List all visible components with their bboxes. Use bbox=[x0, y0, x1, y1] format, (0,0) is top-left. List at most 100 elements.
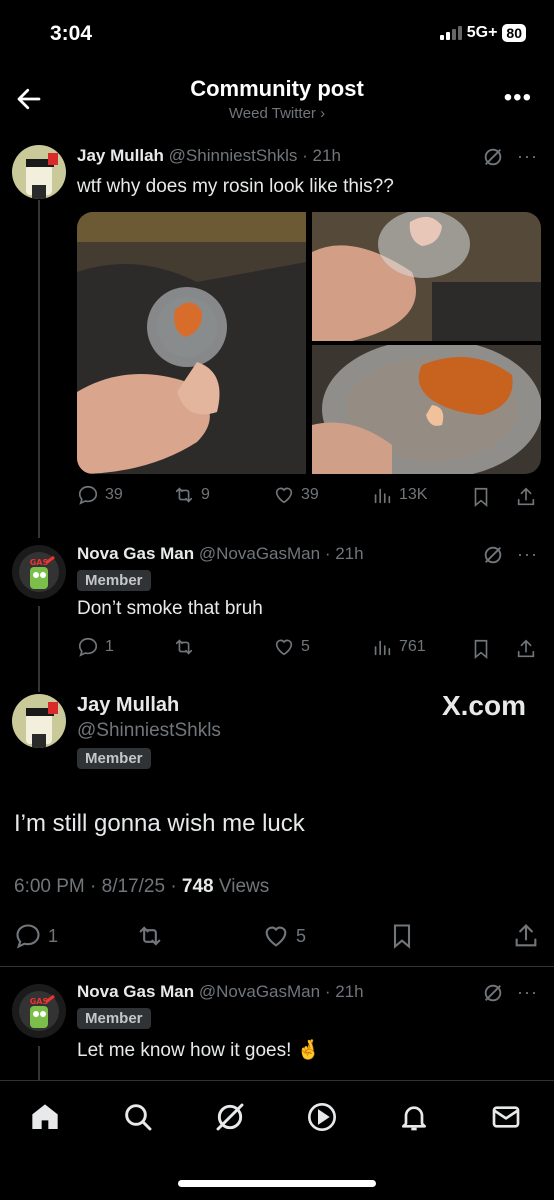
reply-button[interactable]: 39 bbox=[77, 484, 123, 506]
network-label: 5G+ bbox=[466, 24, 498, 41]
like-count: 5 bbox=[301, 638, 310, 655]
author-name[interactable]: Jay Mullah bbox=[77, 694, 179, 717]
home-indicator[interactable] bbox=[178, 1180, 376, 1187]
tweet-media-grid[interactable] bbox=[77, 212, 541, 474]
author-handle[interactable]: @ShinniestShkls bbox=[169, 146, 298, 165]
like-button[interactable]: 5 bbox=[262, 922, 306, 950]
repost-button[interactable]: 9 bbox=[173, 484, 210, 506]
tweet-time: · 21h bbox=[302, 146, 341, 165]
page-title: Community post bbox=[190, 76, 364, 101]
like-count: 5 bbox=[296, 925, 307, 946]
reply-icon bbox=[78, 637, 98, 657]
avatar[interactable]: GAS bbox=[12, 984, 66, 1038]
avatar[interactable] bbox=[12, 694, 66, 748]
xcom-watermark: X.com bbox=[441, 690, 526, 721]
divider bbox=[0, 966, 554, 967]
search-icon[interactable] bbox=[122, 1101, 154, 1133]
heart-icon bbox=[275, 487, 293, 504]
author-handle[interactable]: @NovaGasMan bbox=[199, 982, 320, 1001]
tweet-actions: 1 5 761 bbox=[77, 636, 541, 664]
thread-line bbox=[38, 200, 40, 538]
bookmark-icon[interactable] bbox=[470, 638, 492, 660]
home-icon[interactable] bbox=[29, 1101, 61, 1133]
reply-count: 39 bbox=[105, 486, 123, 503]
tweet-text: wtf why does my rosin look like this?? bbox=[77, 176, 394, 197]
share-icon[interactable] bbox=[515, 486, 537, 508]
tweet-more-icon[interactable]: ··· bbox=[517, 982, 538, 1003]
signal-icon bbox=[439, 26, 462, 40]
media-photo[interactable] bbox=[312, 345, 541, 474]
tweet-more-icon[interactable]: ··· bbox=[517, 544, 538, 565]
views-icon bbox=[374, 488, 391, 504]
tweet-text: I’m still gonna wish me luck bbox=[14, 810, 305, 837]
reply-button[interactable]: 1 bbox=[14, 922, 58, 950]
bookmark-icon[interactable] bbox=[470, 486, 492, 508]
grok-icon[interactable] bbox=[482, 982, 504, 1004]
tweet-actions: 39 9 39 13K bbox=[77, 484, 541, 512]
thread-line bbox=[38, 1046, 40, 1082]
community-name[interactable]: Weed Twitter bbox=[229, 105, 316, 122]
views-count: 13K bbox=[399, 486, 428, 503]
author-name[interactable]: Nova Gas Man bbox=[77, 982, 194, 1001]
heart-icon bbox=[265, 926, 287, 947]
grok-icon[interactable] bbox=[482, 146, 504, 168]
status-bar: 3:04 5G+ 80 bbox=[0, 0, 554, 70]
views-count: 761 bbox=[399, 638, 426, 655]
author-name[interactable]: Jay Mullah bbox=[77, 146, 164, 165]
media-photo[interactable] bbox=[77, 212, 306, 474]
notifications-icon[interactable] bbox=[398, 1101, 430, 1133]
tweet-text: Don’t smoke that bruh bbox=[77, 598, 263, 619]
page-header: Community post Weed Twitter › ••• bbox=[0, 70, 554, 130]
views-button[interactable]: 13K bbox=[371, 484, 427, 506]
repost-icon bbox=[175, 639, 193, 655]
avatar[interactable]: GAS bbox=[12, 545, 66, 599]
tweet-timestamp: 6:00 PM · 8/17/25 · bbox=[14, 876, 182, 897]
share-icon[interactable] bbox=[515, 638, 537, 660]
member-badge: Member bbox=[77, 748, 151, 769]
media-photo[interactable] bbox=[312, 212, 541, 341]
reply-button[interactable]: 1 bbox=[77, 636, 114, 658]
tweet-text: Let me know how it goes! 🤞 bbox=[77, 1040, 321, 1061]
reply-icon bbox=[16, 924, 40, 949]
repost-button[interactable] bbox=[173, 636, 201, 658]
tweet-meta: 6:00 PM · 8/17/25 · 748 Views bbox=[14, 876, 269, 898]
reply-count: 1 bbox=[105, 638, 114, 655]
thread-line bbox=[38, 606, 40, 692]
repost-icon[interactable] bbox=[136, 922, 164, 950]
chevron-right-icon: › bbox=[320, 105, 326, 122]
like-button[interactable]: 39 bbox=[273, 484, 319, 506]
status-time: 3:04 bbox=[50, 22, 93, 45]
messages-icon[interactable] bbox=[490, 1101, 522, 1133]
views-label: Views bbox=[213, 876, 270, 897]
like-button[interactable]: 5 bbox=[273, 636, 310, 658]
share-icon[interactable] bbox=[512, 922, 540, 950]
avatar[interactable] bbox=[12, 145, 66, 199]
tweet-more-icon[interactable]: ··· bbox=[517, 146, 538, 167]
author-name[interactable]: Nova Gas Man bbox=[77, 544, 194, 563]
repost-icon bbox=[175, 487, 193, 503]
author-handle[interactable]: @NovaGasMan bbox=[199, 544, 320, 563]
battery-icon: 80 bbox=[502, 24, 526, 42]
grok-icon[interactable] bbox=[482, 544, 504, 566]
more-options-icon[interactable]: ••• bbox=[504, 84, 532, 112]
like-count: 39 bbox=[301, 486, 319, 503]
tweet-header: Nova Gas Man @NovaGasMan · 21h bbox=[77, 544, 364, 564]
tweet-header: Jay Mullah @ShinniestShkls · 21h bbox=[77, 146, 341, 166]
member-badge: Member bbox=[77, 1008, 151, 1029]
heart-icon bbox=[275, 639, 293, 656]
reply-icon bbox=[78, 485, 98, 505]
tweet-actions: 1 5 bbox=[14, 922, 540, 952]
reply-count: 1 bbox=[48, 925, 59, 946]
tweet-time: · 21h bbox=[324, 544, 364, 563]
member-badge: Member bbox=[77, 570, 151, 591]
grok-icon[interactable] bbox=[214, 1101, 246, 1133]
community-link[interactable]: Weed Twitter › bbox=[0, 105, 554, 122]
views-button[interactable]: 761 bbox=[371, 636, 426, 658]
status-indicators: 5G+ 80 bbox=[439, 24, 526, 42]
repost-count: 9 bbox=[201, 486, 210, 503]
author-handle[interactable]: @ShinniestShkls bbox=[77, 720, 221, 742]
views-count: 748 bbox=[181, 876, 214, 897]
video-icon[interactable] bbox=[306, 1101, 338, 1133]
views-icon bbox=[374, 640, 391, 656]
bookmark-icon[interactable] bbox=[388, 922, 416, 950]
